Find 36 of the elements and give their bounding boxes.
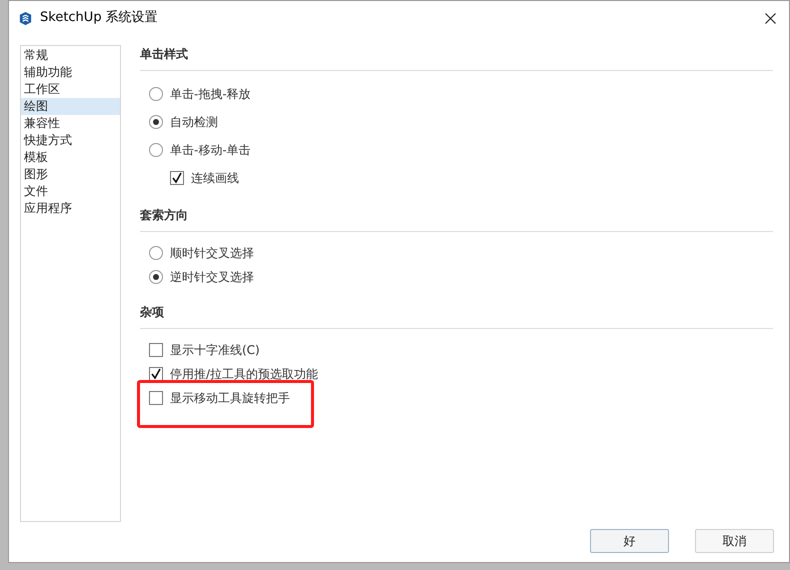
checkbox[interactable] [149,367,163,381]
category-item[interactable]: 文件 [21,183,120,200]
checkbox[interactable] [149,391,163,405]
radio-button[interactable] [149,246,163,260]
category-item[interactable]: 常规 [21,47,120,64]
category-item[interactable]: 工作区 [21,81,120,98]
option-label: 显示移动工具旋转把手 [170,390,290,407]
category-item[interactable]: 绘图 [21,98,120,115]
option-label: 单击-移动-单击 [170,142,251,159]
option-label: 逆时针交叉选择 [170,269,254,286]
checkbox[interactable] [170,171,184,185]
section-heading: 单击样式 [140,47,188,61]
radio-button[interactable] [149,143,163,157]
category-item[interactable]: 模板 [21,149,120,166]
option-label: 自动检测 [170,114,218,131]
option-label: 顺时针交叉选择 [170,245,254,262]
category-item[interactable]: 快捷方式 [21,132,120,149]
option-label: 显示十字准线(C) [170,342,260,359]
close-icon [764,12,776,24]
dialog-button[interactable]: 取消 [695,529,774,553]
category-item[interactable]: 辅助功能 [21,64,120,81]
dialog-button[interactable]: 好 [590,529,669,553]
section-heading: 杂项 [140,305,164,319]
checkbox[interactable] [149,343,163,357]
option-label: 连续画线 [191,170,239,187]
radio-button[interactable] [149,115,163,129]
section-heading: 套索方向 [140,208,188,222]
option-label: 单击-拖拽-释放 [170,86,251,103]
category-item[interactable]: 图形 [21,166,120,183]
category-item[interactable]: 兼容性 [21,115,120,132]
radio-button[interactable] [149,270,163,284]
window-title: SketchUp 系统设置 [40,9,158,28]
radio-button[interactable] [149,87,163,101]
option-label: 停用推/拉工具的预选取功能 [170,366,318,383]
category-item[interactable]: 应用程序 [21,200,120,217]
app-logo-icon [18,10,33,26]
